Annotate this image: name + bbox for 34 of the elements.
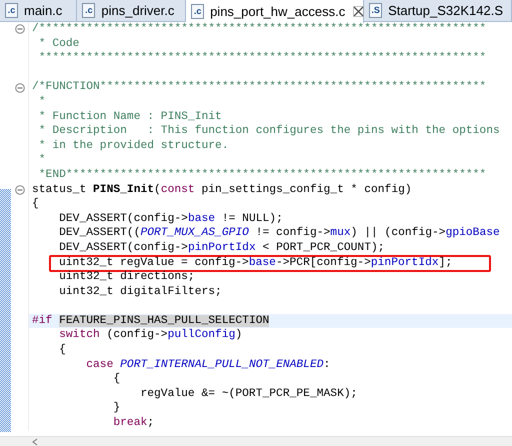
- file-icon: .S: [369, 3, 382, 18]
- code-line: /*FUNCTION*********************************************************: [32, 80, 486, 95]
- tab-label: Startup_S32K142.S: [388, 2, 503, 20]
- code-line: *: [38, 153, 46, 168]
- editor-tab[interactable]: .c pins_port_hw_access.c: [186, 0, 364, 23]
- tab-label: main.c: [24, 2, 62, 20]
- code-line: switch (config->pullConfig): [58, 328, 242, 344]
- code-line: {: [58, 343, 66, 358]
- code-line: {: [112, 372, 120, 387]
- code-line: /******************************************************************: [32, 22, 486, 37]
- code-line: * Function Name : PINS_Init: [38, 110, 222, 124]
- code-line: ******************************************************************: [38, 51, 486, 66]
- file-icon: .c: [191, 4, 204, 19]
- file-icon: .c: [5, 3, 18, 18]
- code-line: DEV_ASSERT((PORT_MUX_AS_GPIO != config->mux) || (config->gpioBase: [58, 226, 500, 241]
- code-line: * Code: [38, 36, 80, 52]
- code-line: DEV_ASSERT(config->base != NULL);: [58, 212, 283, 226]
- code-line: status_t PINS_Init(const pin_settings_config_t * config): [32, 182, 412, 198]
- code-line: #if FEATURE_PINS_HAS_PULL_SELECTION: [32, 314, 270, 328]
- code-line: regValue &= ~(PORT_PCR_PE_MASK);: [139, 386, 358, 402]
- code-line: uint32_t directions;: [58, 270, 195, 285]
- code-line: DEV_ASSERT(config->pinPortIdx < PORT_PCR_COUNT);: [58, 240, 385, 256]
- code-line: uint32_t digitalFilters;: [58, 284, 222, 300]
- tab-label: pins_port_hw_access.c: [210, 2, 346, 21]
- code-line: {: [32, 197, 39, 212]
- tab-label: pins_driver.c: [101, 2, 174, 20]
- code-line: }: [112, 401, 120, 416]
- code-line: * Description : This function configures the pins with the options: [38, 124, 500, 139]
- code-line: *END**************************************************************: [38, 168, 486, 183]
- file-icon: .c: [82, 3, 96, 18]
- code-line: case PORT_INTERNAL_PULL_NOT_ENABLED:: [85, 358, 330, 372]
- code-line: break;: [112, 416, 154, 431]
- code-line: *: [38, 94, 46, 110]
- code-line: * in the provided structure.: [38, 138, 229, 154]
